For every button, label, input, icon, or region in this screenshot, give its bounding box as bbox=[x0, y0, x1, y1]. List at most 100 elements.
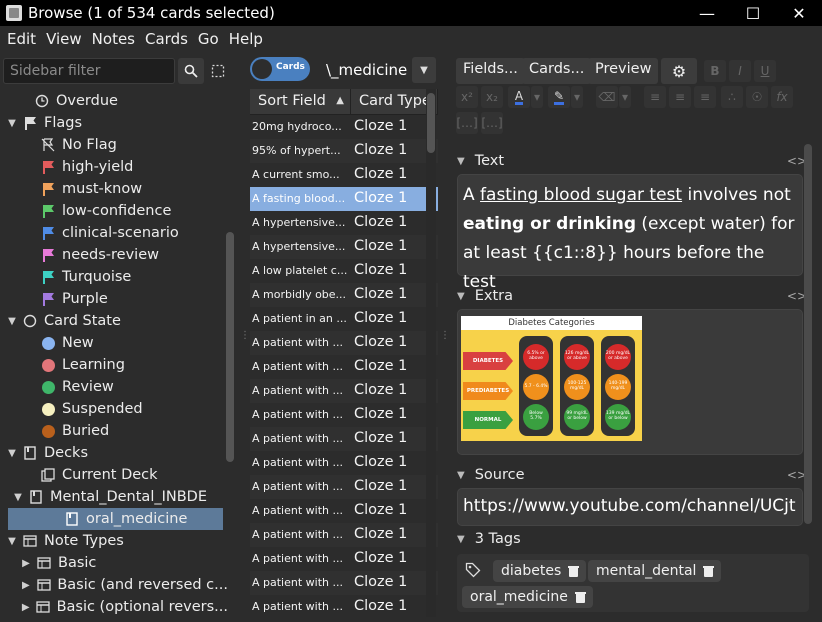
preview-button[interactable]: Preview bbox=[588, 58, 659, 84]
chevron-down-icon[interactable]: ▾ bbox=[531, 86, 543, 108]
menu-go[interactable]: Go bbox=[193, 30, 224, 48]
sidebar-item-purple[interactable]: Purple bbox=[0, 288, 228, 310]
sidebar-item-clinical-scenario[interactable]: clinical-scenario bbox=[0, 222, 228, 244]
highlight-button[interactable]: ✎ bbox=[548, 86, 570, 108]
chevron-down-icon[interactable]: ▼ bbox=[6, 118, 18, 129]
sidebar-item-basic-reversed[interactable]: ▶ Basic (and reversed c... bbox=[0, 574, 228, 596]
tag-mental-dental[interactable]: mental_dental bbox=[588, 560, 722, 582]
sidebar-select-mode-button[interactable] bbox=[207, 58, 229, 84]
table-row[interactable]: A fasting blood... Cloze 1 bbox=[250, 187, 438, 211]
chevron-down-icon[interactable]: ▼ bbox=[6, 316, 18, 327]
close-button[interactable]: ✕ bbox=[776, 0, 822, 26]
table-row[interactable]: A patient with ... Cloze 1 bbox=[250, 499, 438, 523]
table-row[interactable]: A patient with ... Cloze 1 bbox=[250, 403, 438, 427]
align-button[interactable]: ≡ bbox=[694, 86, 716, 108]
splitter-handle[interactable]: ⋮ bbox=[440, 330, 450, 341]
column-header-sort-field[interactable]: Sort Field ▲ bbox=[250, 89, 351, 114]
table-row[interactable]: A patient with ... Cloze 1 bbox=[250, 523, 438, 547]
tag-oral-medicine[interactable]: oral_medicine bbox=[462, 586, 593, 608]
chevron-down-icon[interactable]: ▾ bbox=[619, 86, 631, 108]
chevron-right-icon[interactable]: ▶ bbox=[20, 580, 32, 591]
field-header-source[interactable]: ▼ Source <> bbox=[457, 464, 807, 486]
formula-button[interactable]: fx bbox=[771, 86, 793, 108]
scrollbar-thumb[interactable] bbox=[427, 93, 435, 153]
field-header-text[interactable]: ▼ Text <> bbox=[457, 150, 807, 172]
sidebar-item-new[interactable]: New bbox=[0, 332, 228, 354]
underline-button[interactable]: U bbox=[754, 60, 776, 82]
source-field-editor[interactable]: https://www.youtube.com/channel/UCjt bbox=[457, 488, 803, 526]
table-row[interactable]: 20mg hydroco... Cloze 1 bbox=[250, 115, 438, 139]
text-color-button[interactable]: A bbox=[508, 86, 530, 108]
maximize-button[interactable]: ☐ bbox=[730, 0, 776, 26]
menu-notes[interactable]: Notes bbox=[87, 30, 140, 48]
table-row[interactable]: A low platelet c... Cloze 1 bbox=[250, 259, 438, 283]
chevron-down-icon[interactable]: ▼ bbox=[457, 156, 465, 167]
sidebar-item-needs-review[interactable]: needs-review bbox=[0, 244, 228, 266]
sidebar-item-turquoise[interactable]: Turquoise bbox=[0, 266, 228, 288]
table-row[interactable]: A patient with ... Cloze 1 bbox=[250, 595, 438, 617]
menu-cards[interactable]: Cards bbox=[140, 30, 193, 48]
table-scrollbar[interactable] bbox=[426, 89, 436, 617]
settings-button[interactable]: ⚙ bbox=[661, 58, 697, 84]
table-row[interactable]: A hypertensive... Cloze 1 bbox=[250, 211, 438, 235]
fields-button[interactable]: Fields... bbox=[456, 58, 525, 84]
table-row[interactable]: A patient with ... Cloze 1 bbox=[250, 427, 438, 451]
sidebar-item-high-yield[interactable]: high-yield bbox=[0, 156, 228, 178]
chevron-down-icon[interactable]: ▼ bbox=[457, 291, 465, 302]
cloze-same-button[interactable]: […] bbox=[481, 112, 503, 134]
table-row[interactable]: A patient with ... Cloze 1 bbox=[250, 547, 438, 571]
tag-diabetes[interactable]: diabetes bbox=[493, 560, 587, 582]
menu-help[interactable]: Help bbox=[224, 30, 268, 48]
sidebar-item-basic[interactable]: ▶ Basic bbox=[0, 552, 228, 574]
field-header-extra[interactable]: ▼ Extra <> bbox=[457, 285, 807, 307]
table-row[interactable]: 95% of hypert... Cloze 1 bbox=[250, 139, 438, 163]
italic-button[interactable]: I bbox=[729, 60, 751, 82]
table-row[interactable]: A patient with ... Cloze 1 bbox=[250, 451, 438, 475]
sidebar-item-review[interactable]: Review bbox=[0, 376, 228, 398]
minimize-button[interactable]: — bbox=[684, 0, 730, 26]
tag-editor[interactable]: diabetes mental_dental oral_medicine bbox=[457, 554, 809, 612]
menu-view[interactable]: View bbox=[41, 30, 87, 48]
subscript-button[interactable]: x₂ bbox=[481, 86, 503, 108]
trash-icon[interactable] bbox=[568, 565, 580, 577]
superscript-button[interactable]: x² bbox=[456, 86, 478, 108]
chevron-down-icon[interactable]: ▼ bbox=[12, 492, 24, 503]
table-row[interactable]: A patient with ... Cloze 1 bbox=[250, 331, 438, 355]
table-row[interactable]: A patient with ... Cloze 1 bbox=[250, 475, 438, 499]
sidebar-item-card-state[interactable]: ▼ Card State bbox=[0, 310, 228, 332]
diabetes-categories-image[interactable]: Diabetes Categories DIABETES PREDIABETES… bbox=[461, 316, 642, 441]
sidebar-item-learning[interactable]: Learning bbox=[0, 354, 228, 376]
chevron-right-icon[interactable]: ▶ bbox=[20, 602, 31, 613]
chevron-right-icon[interactable]: ▶ bbox=[20, 558, 32, 569]
numbered-list-button[interactable]: ≡ bbox=[669, 86, 691, 108]
cards-button[interactable]: Cards... bbox=[522, 58, 592, 84]
bold-button[interactable]: B bbox=[704, 60, 726, 82]
menu-edit[interactable]: Edit bbox=[2, 30, 41, 48]
sidebar-search-button[interactable] bbox=[178, 58, 204, 84]
sidebar-item-overdue[interactable]: Overdue bbox=[0, 90, 228, 112]
sidebar-item-current-deck[interactable]: Current Deck bbox=[0, 464, 228, 486]
sidebar-item-note-types[interactable]: ▼ Note Types bbox=[0, 530, 228, 552]
editor-scrollbar[interactable] bbox=[804, 144, 812, 524]
chevron-down-icon[interactable]: ▼ bbox=[6, 536, 18, 547]
table-row[interactable]: A current smo... Cloze 1 bbox=[250, 163, 438, 187]
sidebar-item-no-flag[interactable]: No Flag bbox=[0, 134, 228, 156]
chevron-down-icon[interactable]: ▼ bbox=[457, 470, 465, 481]
bullet-list-button[interactable]: ≡ bbox=[644, 86, 666, 108]
column-header-card-type[interactable]: Card Type bbox=[351, 89, 438, 114]
sidebar-item-basic-optional-reversed[interactable]: ▶ Basic (optional revers... bbox=[0, 596, 228, 618]
microphone-icon[interactable]: ☉ bbox=[746, 86, 768, 108]
text-field-editor[interactable]: A fasting blood sugar test involves not … bbox=[457, 174, 803, 292]
sidebar-item-decks[interactable]: ▼ Decks bbox=[0, 442, 228, 464]
chevron-down-icon[interactable]: ▼ bbox=[6, 448, 18, 459]
table-row[interactable]: A morbidly obe... Cloze 1 bbox=[250, 283, 438, 307]
cards-notes-toggle[interactable]: Cards bbox=[250, 57, 310, 81]
sidebar-filter-input[interactable] bbox=[3, 58, 175, 84]
sidebar-item-flags[interactable]: ▼ Flags bbox=[0, 112, 228, 134]
cloze-button[interactable]: […] bbox=[456, 112, 478, 134]
eraser-icon[interactable]: ⌫ bbox=[596, 86, 618, 108]
table-row[interactable]: A patient with ... Cloze 1 bbox=[250, 379, 438, 403]
table-row[interactable]: A hypertensive... Cloze 1 bbox=[250, 235, 438, 259]
chevron-down-icon[interactable]: ▾ bbox=[571, 86, 583, 108]
sidebar-scrollbar[interactable] bbox=[226, 232, 234, 462]
